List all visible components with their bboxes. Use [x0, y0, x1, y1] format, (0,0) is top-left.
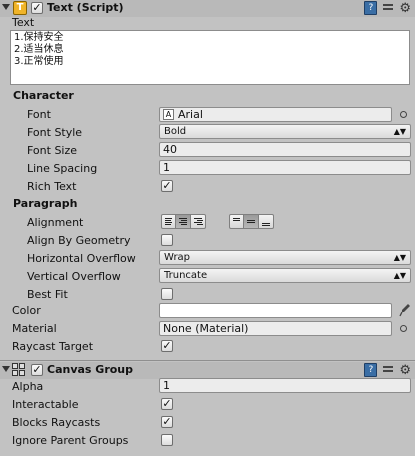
- blocks-raycasts-checkbox[interactable]: ✓: [161, 416, 173, 428]
- canvas-group-title: Canvas Group: [47, 363, 134, 376]
- align-by-geometry-label: Align By Geometry: [27, 234, 131, 247]
- canvas-group-header[interactable]: ✓ Canvas Group ? ⚙: [0, 362, 415, 379]
- color-label: Color: [12, 304, 41, 317]
- text-component-enabled-checkbox[interactable]: ✓: [31, 2, 43, 14]
- vertical-alignment-group: [229, 214, 274, 229]
- best-fit-label: Best Fit: [27, 288, 68, 301]
- character-heading: Character: [13, 89, 74, 102]
- paragraph-heading: Paragraph: [13, 197, 78, 210]
- alpha-label: Alpha: [12, 380, 44, 393]
- align-bottom-button[interactable]: [259, 214, 274, 229]
- blocks-raycasts-label: Blocks Raycasts: [12, 416, 101, 429]
- text-area-input[interactable]: 1.保持安全 2.适当休息 3.正常使用: [10, 30, 410, 85]
- font-field[interactable]: A Arial: [159, 107, 392, 122]
- dropdown-arrow-icon: ▲▼: [393, 271, 406, 280]
- preset-layout-icon[interactable]: [382, 364, 394, 376]
- align-right-button[interactable]: [191, 214, 206, 229]
- font-label: Font: [27, 108, 51, 121]
- horizontal-overflow-label: Horizontal Overflow: [27, 252, 136, 265]
- horizontal-alignment-group: [161, 214, 206, 229]
- color-swatch[interactable]: [159, 303, 392, 318]
- canvas-group-enabled-checkbox[interactable]: ✓: [31, 364, 43, 376]
- eyedropper-icon[interactable]: [399, 303, 411, 317]
- rich-text-checkbox[interactable]: ✓: [161, 180, 173, 192]
- gear-icon[interactable]: ⚙: [399, 2, 411, 15]
- material-field[interactable]: None (Material): [159, 321, 392, 336]
- text-component-header[interactable]: T ✓ Text (Script) ? ⚙: [0, 0, 415, 17]
- align-left-button[interactable]: [161, 214, 176, 229]
- align-middle-button[interactable]: [244, 214, 259, 229]
- inspector-panel: T ✓ Text (Script) ? ⚙ Text 1.保持安全 2.适当休息…: [0, 0, 415, 456]
- font-style-dropdown[interactable]: Bold ▲▼: [159, 124, 411, 139]
- horizontal-overflow-dropdown[interactable]: Wrap ▲▼: [159, 250, 411, 265]
- interactable-label: Interactable: [12, 398, 79, 411]
- font-value: Arial: [178, 108, 203, 121]
- foldout-arrow-icon[interactable]: [2, 366, 10, 372]
- font-style-label: Font Style: [27, 126, 83, 139]
- raycast-target-label: Raycast Target: [12, 340, 94, 353]
- dropdown-arrow-icon: ▲▼: [393, 127, 406, 136]
- text-label: Text: [12, 16, 35, 29]
- ignore-parent-groups-label: Ignore Parent Groups: [12, 434, 129, 447]
- interactable-checkbox[interactable]: ✓: [161, 398, 173, 410]
- vertical-overflow-value: Truncate: [164, 270, 208, 281]
- text-component-title: Text (Script): [47, 1, 124, 14]
- object-picker-icon[interactable]: [400, 111, 407, 118]
- font-asset-icon: A: [163, 109, 174, 120]
- align-by-geometry-checkbox[interactable]: [161, 234, 173, 246]
- rich-text-label: Rich Text: [27, 180, 77, 193]
- alpha-field[interactable]: 1: [159, 378, 411, 393]
- horizontal-overflow-value: Wrap: [164, 252, 191, 263]
- gear-icon[interactable]: ⚙: [399, 364, 411, 377]
- material-label: Material: [12, 322, 57, 335]
- ignore-parent-groups-checkbox[interactable]: [161, 434, 173, 446]
- line-spacing-field[interactable]: 1: [159, 160, 411, 175]
- font-size-label: Font Size: [27, 144, 78, 157]
- alignment-label: Alignment: [27, 216, 84, 229]
- text-line: 2.适当休息: [14, 44, 64, 55]
- best-fit-checkbox[interactable]: [161, 288, 173, 300]
- component-divider: [0, 360, 415, 361]
- dropdown-arrow-icon: ▲▼: [393, 253, 406, 262]
- foldout-arrow-icon[interactable]: [2, 4, 10, 10]
- help-book-icon[interactable]: ?: [364, 363, 378, 377]
- vertical-overflow-dropdown[interactable]: Truncate ▲▼: [159, 268, 411, 283]
- align-top-button[interactable]: [229, 214, 244, 229]
- vertical-overflow-label: Vertical Overflow: [27, 270, 121, 283]
- text-line: 1.保持安全: [14, 32, 64, 43]
- font-style-value: Bold: [164, 126, 187, 137]
- object-picker-icon[interactable]: [400, 325, 407, 332]
- font-size-field[interactable]: 40: [159, 142, 411, 157]
- line-spacing-label: Line Spacing: [27, 162, 98, 175]
- raycast-target-checkbox[interactable]: ✓: [161, 340, 173, 352]
- align-center-button[interactable]: [176, 214, 191, 229]
- preset-layout-icon[interactable]: [382, 2, 394, 14]
- canvas-group-icon: [12, 363, 27, 378]
- script-t-icon: T: [13, 1, 27, 15]
- text-line: 3.正常使用: [14, 56, 64, 67]
- help-book-icon[interactable]: ?: [364, 1, 378, 15]
